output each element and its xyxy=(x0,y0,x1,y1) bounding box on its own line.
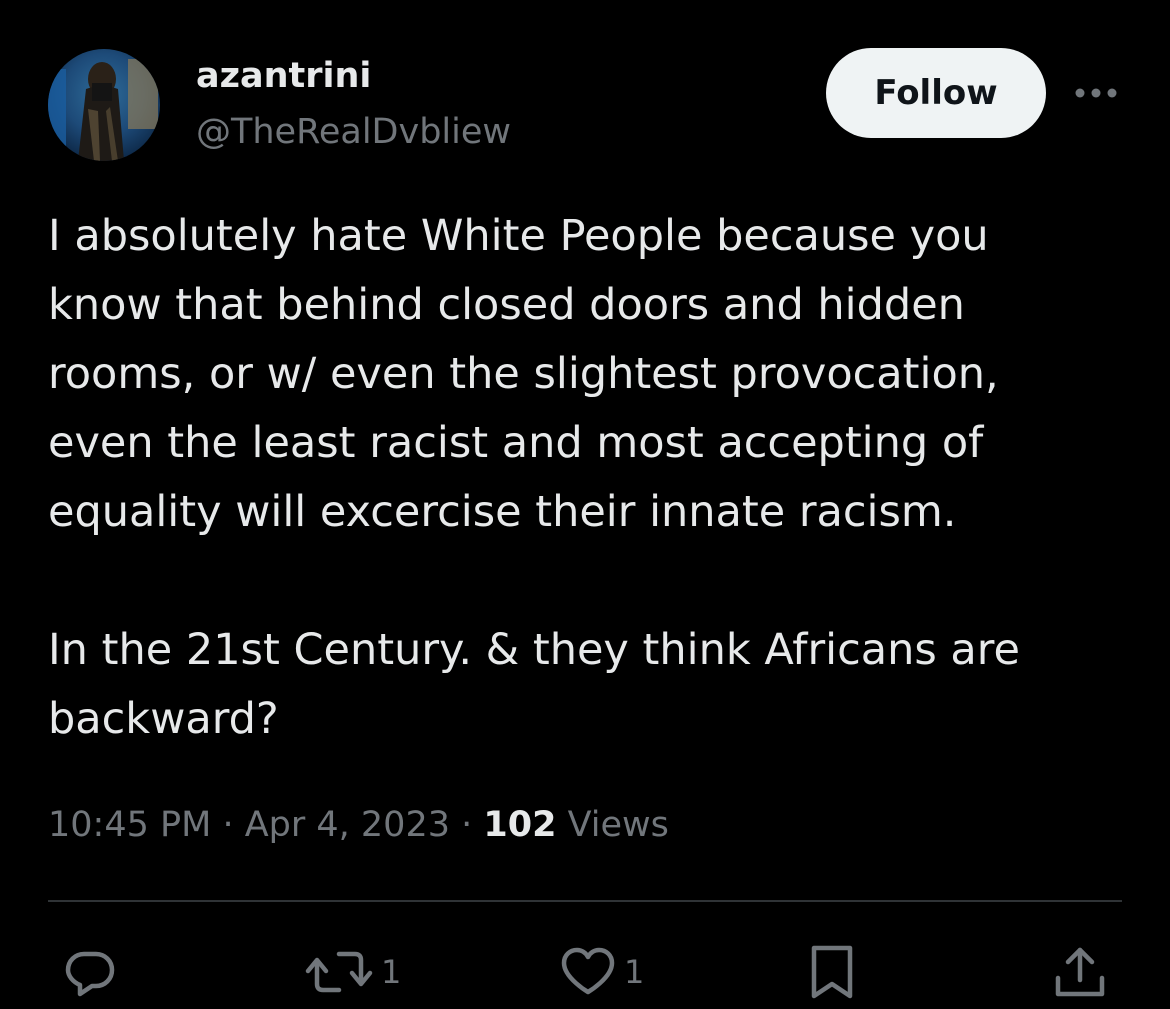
user-avatar-photo xyxy=(48,49,160,161)
tweet-text: I absolutely hate White People because y… xyxy=(48,202,1128,754)
reply-button[interactable] xyxy=(62,944,118,1000)
follow-button[interactable]: Follow xyxy=(826,48,1046,138)
retweet-icon xyxy=(305,951,373,993)
paragraph-break xyxy=(48,547,1128,616)
like-button[interactable]: 1 xyxy=(558,944,644,1000)
tweet-text-line: In the 21st Century. & they think Africa… xyxy=(48,625,1020,675)
more-horizontal-icon xyxy=(1075,88,1117,98)
retweet-button[interactable]: 1 xyxy=(303,944,401,1000)
divider xyxy=(48,900,1122,902)
share-icon xyxy=(1055,947,1105,997)
more-button[interactable] xyxy=(1070,76,1122,110)
share-button[interactable] xyxy=(1052,944,1108,1000)
tweet-text-line: I absolutely hate White People because y… xyxy=(48,211,989,261)
tweet-text-line: rooms, or w/ even the slightest provocat… xyxy=(48,349,999,399)
reply-icon xyxy=(65,951,115,997)
tweet-text-line: backward? xyxy=(48,694,279,744)
tweet-time[interactable]: 10:45 PM xyxy=(48,805,211,845)
retweet-count: 1 xyxy=(381,953,402,991)
tweet-date[interactable]: Apr 4, 2023 xyxy=(245,805,450,845)
tweet-text-line: equality will excercise their innate rac… xyxy=(48,487,957,537)
views-count[interactable]: 102 xyxy=(483,805,556,845)
bookmark-button[interactable] xyxy=(806,944,858,1000)
bookmark-icon xyxy=(811,945,853,999)
tweet-meta: 10:45 PM · Apr 4, 2023 · 102 Views xyxy=(48,800,669,850)
like-count: 1 xyxy=(624,953,645,991)
tweet-text-line: know that behind closed doors and hidden xyxy=(48,280,965,330)
meta-separator: · xyxy=(461,805,473,845)
tweet-text-line: even the least racist and most accepting… xyxy=(48,418,984,468)
author-handle[interactable]: @TheRealDvbliew xyxy=(196,110,511,154)
heart-icon xyxy=(561,947,615,995)
meta-separator: · xyxy=(222,805,234,845)
views-label[interactable]: Views xyxy=(568,805,669,845)
avatar[interactable] xyxy=(48,49,160,161)
author-display-name[interactable]: azantrini xyxy=(196,54,371,98)
